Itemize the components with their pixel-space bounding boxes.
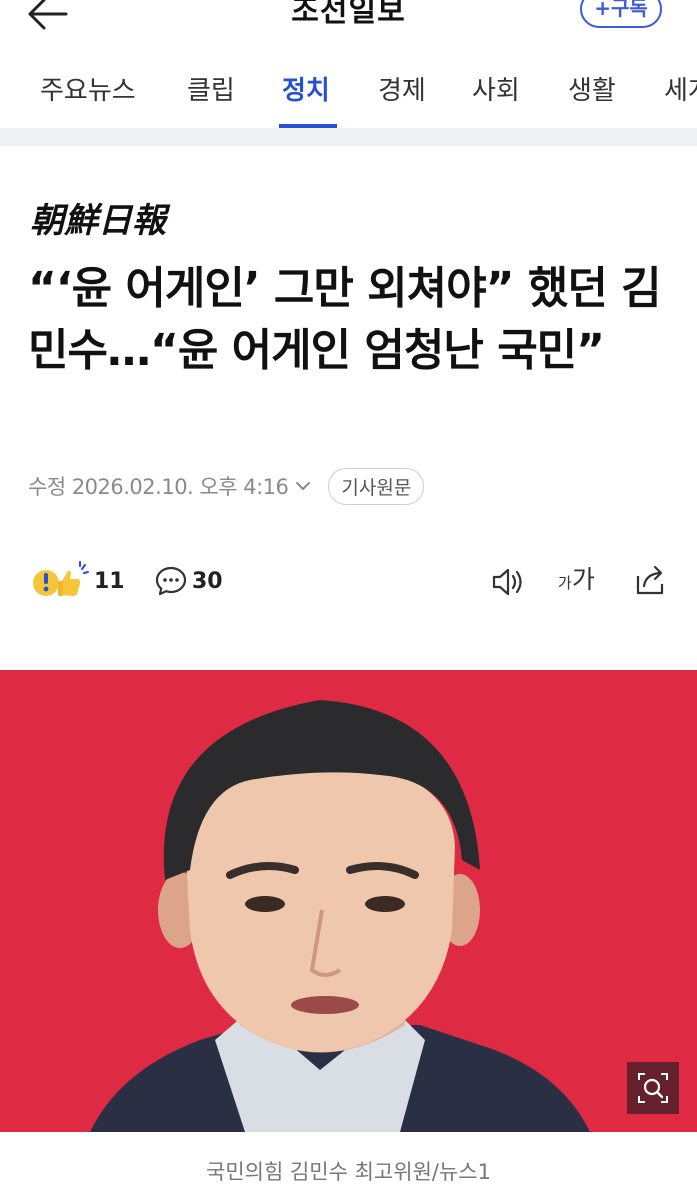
zoom-icon <box>638 1073 668 1103</box>
share-icon[interactable] <box>630 560 670 600</box>
section-divider <box>0 128 697 146</box>
person-portrait-image <box>0 670 697 1132</box>
article-meta: 수정 2026.02.10. 오후 4:16 기사원문 <box>28 466 425 506</box>
font-size-small-label: 가 <box>558 574 572 592</box>
newspaper-masthead-logo: 朝鮮日報 <box>28 196 198 244</box>
font-size-large-label: 가 <box>571 565 595 594</box>
comment-button[interactable]: 30 <box>154 558 223 604</box>
comment-count: 30 <box>192 568 223 594</box>
comment-icon <box>155 566 187 596</box>
svg-text:朝鮮日報: 朝鮮日報 <box>30 201 171 241</box>
tab-politics[interactable]: 정치 <box>282 70 330 107</box>
tab-economy[interactable]: 경제 <box>378 70 426 107</box>
font-size-button[interactable]: 가가 <box>558 560 595 600</box>
photo-zoom-button[interactable] <box>627 1062 679 1114</box>
speaker-icon[interactable] <box>488 562 528 602</box>
tab-main-news[interactable]: 주요뉴스 <box>40 70 136 107</box>
emoji-reaction-icon <box>33 561 89 596</box>
article-photo[interactable] <box>0 670 697 1132</box>
subscribe-button[interactable]: +구독 <box>580 0 662 28</box>
top-bar: 조선일보 +구독 <box>0 0 697 44</box>
article-headline: “‘윤 어게인’ 그만 외쳐야” 했던 김민수…“윤 어게인 엄청난 국민” <box>28 263 662 376</box>
original-article-button[interactable]: 기사원문 <box>328 467 425 505</box>
tab-world[interactable]: 세계 <box>664 70 697 107</box>
article-date: 수정 2026.02.10. 오후 4:16 <box>28 475 289 499</box>
tab-society[interactable]: 사회 <box>472 70 520 107</box>
tab-life[interactable]: 생활 <box>568 70 616 107</box>
tab-clip[interactable]: 클립 <box>187 70 235 107</box>
reaction-count: 11 <box>94 568 125 594</box>
reaction-button[interactable]: 11 <box>30 558 125 604</box>
photo-caption: 국민의힘 김민수 최고위원/뉴스1 <box>206 1160 491 1184</box>
article-actions: 11 30 가가 <box>0 554 697 608</box>
category-tabs: 주요뉴스 클립 정치 경제 사회 생활 세계 <box>0 60 697 128</box>
chevron-down-icon[interactable] <box>292 475 314 497</box>
